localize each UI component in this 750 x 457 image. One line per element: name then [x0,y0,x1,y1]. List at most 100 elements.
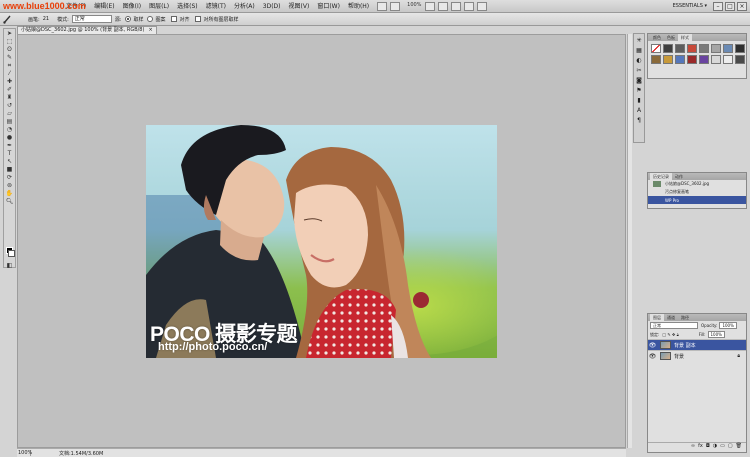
style-swatch[interactable] [711,55,721,64]
brush-tool-icon[interactable]: ✐ [5,86,14,93]
eraser-tool-icon[interactable]: ▱ [5,110,14,117]
menu-image[interactable]: 图像(I) [119,0,145,13]
paragraph-panel-icon[interactable]: ¶ [635,117,643,124]
history-step[interactable]: 污点修复画笔 [648,188,746,196]
sample-all-layers-checkbox[interactable] [195,16,202,22]
menu-3d[interactable]: 3D(D) [259,0,285,13]
lock-icons[interactable]: □ ✎ ✥ 🔒︎ [662,332,678,337]
style-swatch[interactable] [675,55,685,64]
delete-layer-icon[interactable]: 🗑︎ [736,443,742,450]
maximize-button[interactable]: □ [725,1,735,11]
visibility-eye-icon[interactable]: 👁︎ [648,342,657,349]
style-swatch[interactable] [675,44,685,53]
tab-channels[interactable]: 通道 [664,315,678,321]
crop-tool-icon[interactable]: ⌗ [5,62,14,69]
mode-select[interactable]: 正常 [71,15,112,23]
rotate-view-icon[interactable] [451,1,462,11]
style-none[interactable] [651,44,661,53]
clone-stamp-tool-icon[interactable]: ♜ [5,94,14,101]
style-swatch[interactable] [735,44,745,53]
style-swatch[interactable] [735,55,745,64]
navigator-panel-icon[interactable]: ⚑ [635,87,643,94]
quick-mask-icon[interactable]: ◧ [5,262,14,269]
blur-tool-icon[interactable]: ◔ [5,126,14,133]
lasso-tool-icon[interactable]: ʘ [5,46,14,53]
zoom-tool-icon[interactable] [438,1,449,11]
swatches-panel-icon[interactable]: ▦ [635,47,643,54]
blend-mode-select[interactable]: 正常 [650,322,698,329]
tab-styles[interactable]: 样式 [678,34,692,41]
zoom-tool-icon[interactable]: 🔍︎ [5,198,14,205]
tab-history[interactable]: 历史记录 [650,173,672,180]
link-layers-icon[interactable]: ∞ [691,443,695,450]
launch-bridge-icon[interactable] [377,1,388,11]
healing-brush-tool-icon[interactable]: ✚ [5,78,14,85]
tab-actions[interactable]: 动作 [672,174,686,180]
style-swatch[interactable] [663,44,673,53]
shape-tool-icon[interactable]: ■ [5,166,14,173]
zoom-level[interactable]: 100% [407,2,421,11]
source-pattern-radio[interactable] [147,16,154,22]
screen-mode-icon[interactable] [477,1,488,11]
hand-tool-icon[interactable] [425,1,436,11]
style-swatch[interactable] [723,44,733,53]
menu-view[interactable]: 视图(V) [285,0,314,13]
arrange-documents-icon[interactable] [464,1,475,11]
tab-paths[interactable]: 路径 [678,315,692,321]
style-swatch[interactable] [711,44,721,53]
fill-input[interactable]: 100% [707,331,725,338]
histogram-panel-icon[interactable]: ▮ [635,97,643,104]
styles-panel-icon[interactable]: ◐ [635,57,643,64]
style-swatch[interactable] [687,55,697,64]
history-brush-tool-icon[interactable]: ↺ [5,102,14,109]
opacity-input[interactable]: 100% [719,322,737,329]
aligned-checkbox[interactable] [171,16,178,22]
color-panel-icon[interactable]: ✳ [635,37,643,44]
style-swatch[interactable] [699,44,709,53]
style-swatch[interactable] [663,55,673,64]
move-tool-icon[interactable]: ➤ [5,30,14,37]
brush-size[interactable]: 21 [43,16,49,22]
quick-selection-tool-icon[interactable]: ✎ [5,54,14,61]
masks-panel-icon[interactable]: ◙ [635,77,643,84]
adjustments-panel-icon[interactable]: ✂ [635,67,643,74]
dodge-tool-icon[interactable]: ● [5,134,14,141]
3d-rotate-tool-icon[interactable]: ⟳ [5,174,14,181]
add-mask-icon[interactable]: ◘ [706,443,710,450]
3d-orbit-tool-icon[interactable]: ⊚ [5,182,14,189]
menu-layer[interactable]: 图层(L) [145,0,173,13]
menu-analysis[interactable]: 分析(A) [230,0,259,13]
style-swatch[interactable] [723,55,733,64]
healing-brush-icon[interactable] [2,15,12,24]
menu-edit[interactable]: 编辑(E) [90,0,118,13]
background-color-swatch[interactable] [8,250,15,257]
style-swatch[interactable] [651,55,661,64]
eyedropper-tool-icon[interactable]: ⁄ [5,70,14,77]
source-sample-radio[interactable] [125,16,132,22]
vertical-scrollbar[interactable] [627,34,632,448]
tab-color[interactable]: 颜色 [650,35,664,41]
close-button[interactable]: × [737,1,747,11]
workspace-switcher[interactable]: ESSENTIALS ▾ [673,3,707,9]
marquee-tool-icon[interactable]: ⬚ [5,38,14,45]
new-layer-icon[interactable]: ▢ [728,443,733,450]
menu-help[interactable]: 帮助(H) [344,0,373,13]
document-tab[interactable]: 小姑娘@DSC_3602.jpg @ 100% (背景 副本, RGB/8) × [17,26,157,34]
history-snapshot[interactable]: 小姑娘@DSC_3602.jpg [648,180,746,188]
layer-row-selected[interactable]: 👁︎ 背景 副本 [648,339,746,350]
menu-filter[interactable]: 滤镜(T) [202,0,230,13]
hand-tool-icon[interactable]: ✋ [5,190,14,197]
view-extras-icon[interactable] [390,1,401,11]
menu-select[interactable]: 选择(S) [173,0,202,13]
status-zoom[interactable]: 100% [17,450,32,456]
visibility-eye-icon[interactable]: 👁︎ [648,353,657,360]
tab-layers[interactable]: 图层 [650,314,664,321]
history-step-selected[interactable]: WP Pro [648,196,746,204]
gradient-tool-icon[interactable]: ▤ [5,118,14,125]
group-icon[interactable]: ▭ [720,443,725,450]
type-tool-icon[interactable]: T [5,150,14,157]
style-swatch[interactable] [699,55,709,64]
menu-window[interactable]: 窗口(W) [313,0,344,13]
tab-swatches[interactable]: 色板 [664,35,678,41]
layer-row[interactable]: 👁︎ 背景 🔒︎ [648,350,746,361]
